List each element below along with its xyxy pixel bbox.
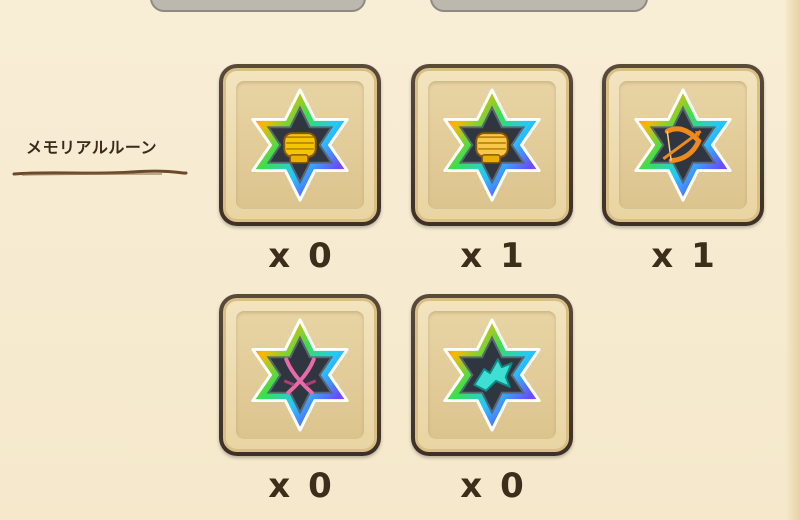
rune-count-5: x0 — [460, 466, 524, 506]
rune-slot-swords[interactable] — [219, 294, 381, 456]
rune-count-1: x0 — [268, 236, 332, 276]
section-underline — [12, 169, 188, 176]
rune-count-3: x1 — [651, 236, 715, 276]
rune-star-icon — [634, 88, 732, 202]
section-label: メモリアルルーン — [26, 138, 158, 157]
rune-star-icon — [443, 318, 541, 432]
rune-count-2: x1 — [460, 236, 524, 276]
rune-count-4: x0 — [268, 466, 332, 506]
rune-star-icon — [251, 88, 349, 202]
rune-slot-wolf[interactable] — [411, 294, 573, 456]
rune-star-icon — [251, 318, 349, 432]
rune-slot-fist-empty[interactable] — [219, 64, 381, 226]
panel-edge — [786, 0, 800, 520]
top-button-right[interactable] — [430, 0, 648, 12]
rune-slot-bow[interactable] — [602, 64, 764, 226]
rune-slot-fist-owned[interactable] — [411, 64, 573, 226]
rune-star-icon — [443, 88, 541, 202]
top-button-left[interactable] — [150, 0, 366, 12]
